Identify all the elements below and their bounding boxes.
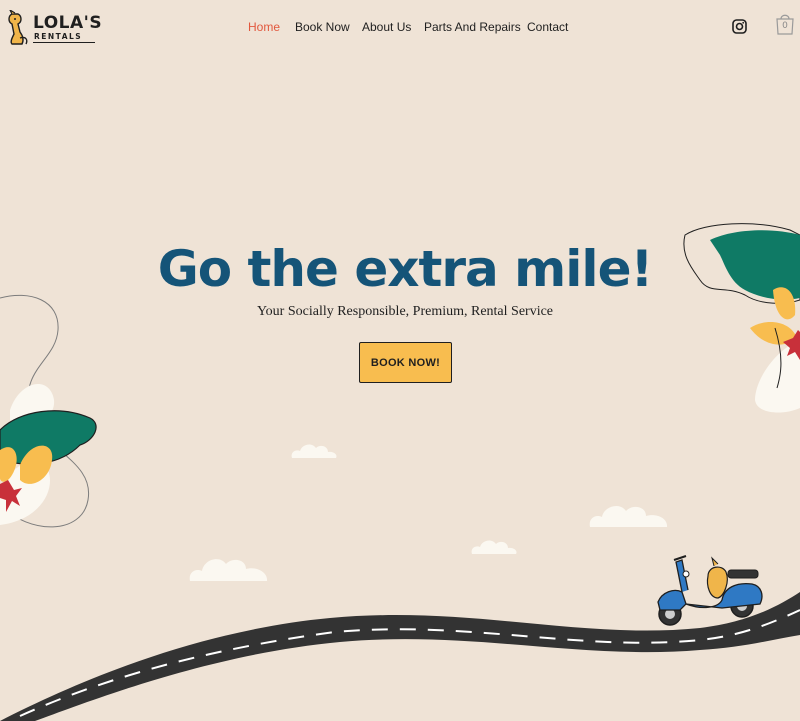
nav-item-home[interactable]: Home	[248, 20, 280, 34]
shopping-bag-icon[interactable]: 0	[775, 13, 795, 35]
cart-count-badge: 0	[782, 21, 788, 31]
nav-item-contact[interactable]: Contact	[527, 20, 568, 34]
book-now-button[interactable]: BOOK NOW!	[359, 342, 452, 383]
nav-item-about-us[interactable]: About Us	[362, 20, 411, 34]
nav-item-book-now[interactable]: Book Now	[295, 20, 350, 34]
cloud-decoration	[189, 559, 268, 581]
hero-subtitle: Your Socially Responsible, Premium, Rent…	[256, 304, 554, 319]
instagram-icon[interactable]	[732, 19, 747, 34]
logo-underline	[33, 42, 95, 43]
scooter-illustration	[657, 555, 763, 626]
nav-item-parts-and-repairs[interactable]: Parts And Repairs	[424, 20, 521, 34]
main-nav: Home Book Now About Us Parts And Repairs…	[0, 20, 800, 36]
cloud-decoration	[589, 506, 668, 527]
cloud-decoration	[471, 540, 517, 554]
cloud-decoration	[291, 444, 337, 458]
site-header: LOLA'S RENTALS Home Book Now About Us Pa…	[0, 0, 800, 56]
hero-title: Go the extra mile!	[157, 240, 654, 298]
left-plant-decoration	[0, 294, 97, 528]
